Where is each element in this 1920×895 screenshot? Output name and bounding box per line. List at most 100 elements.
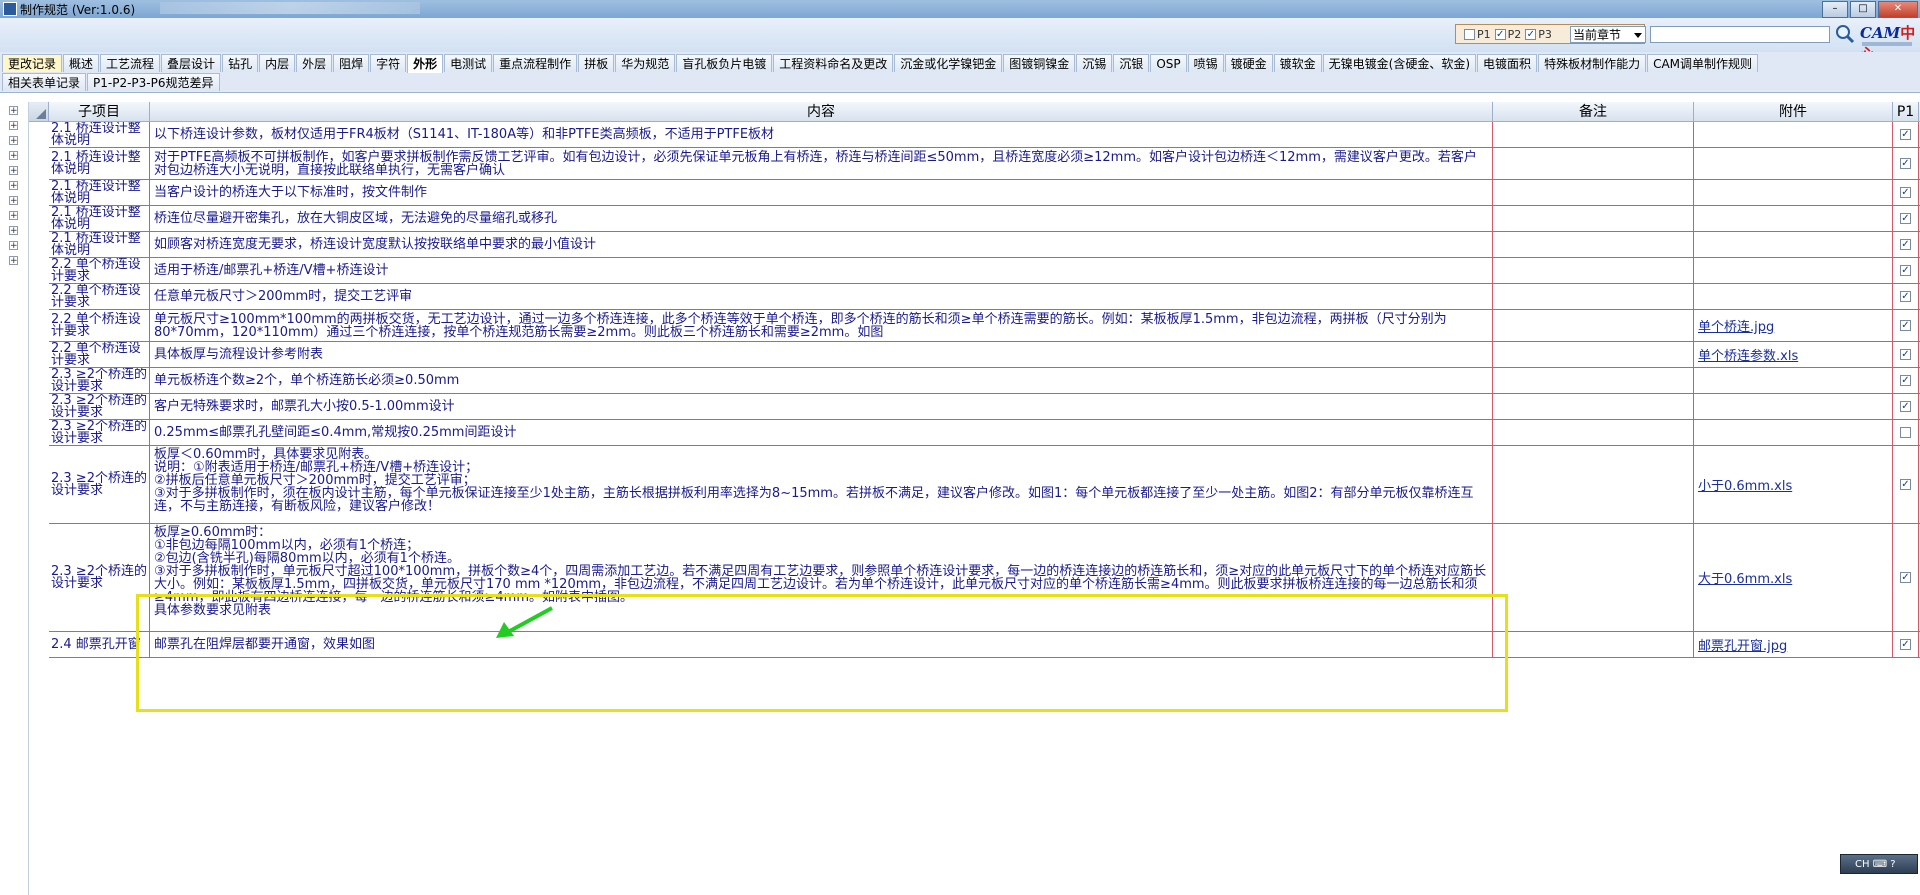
table-row[interactable]: 2.2 单个桥连设计要求具体板厚与流程设计参考附表单个桥连参数.xls✓✓✓ — [49, 342, 1920, 368]
expand-icon[interactable]: + — [9, 136, 18, 146]
tab-item[interactable]: 沉金或化学镍钯金 — [894, 54, 1003, 72]
cell-attachment — [1694, 368, 1893, 393]
cell-p1: ✓ — [1893, 446, 1919, 523]
tab-item[interactable]: 重点流程制作 — [493, 54, 578, 72]
tab-item[interactable]: 字符 — [370, 54, 407, 72]
p1-checkbox[interactable]: ✓ — [1900, 572, 1911, 583]
maximize-icon[interactable]: □ — [1850, 1, 1876, 18]
attachment-link[interactable]: 大于0.6mm.xls — [1698, 568, 1792, 587]
expand-icon[interactable]: + — [9, 166, 18, 176]
expand-icon[interactable]: + — [9, 226, 18, 236]
p1-checkbox[interactable]: ✓ — [1900, 213, 1911, 224]
attachment-link[interactable]: 单个桥连参数.xls — [1698, 345, 1798, 364]
tab-item[interactable]: 沉银 — [1113, 54, 1150, 72]
table-row[interactable]: 2.1 桥连设计整体说明 以下桥连设计参数，板材仅适用于FR4板材（S1141、I… — [49, 122, 1920, 148]
expand-icon[interactable]: + — [9, 256, 18, 266]
table-row[interactable]: 2.4 邮票孔开窗邮票孔在阻焊层都要开通窗，效果如图邮票孔开窗.jpg✓✓✓ — [49, 632, 1920, 658]
tab-item[interactable]: 拼板 — [578, 54, 615, 72]
cell-sub-item: 2.3 ≥2个桥连的设计要求 — [49, 368, 150, 393]
col-header-p1[interactable]: P1 — [1893, 102, 1919, 122]
p1-checkbox[interactable]: ✓ — [1900, 349, 1911, 360]
p1-checkbox[interactable]: ✓ — [1900, 401, 1911, 412]
p1-checkbox[interactable]: ✓ — [1900, 239, 1911, 250]
tab-item[interactable]: 阻焊 — [333, 54, 370, 72]
tab-item[interactable]: OSP — [1150, 54, 1187, 72]
phase-p2-checkbox[interactable]: ✓ — [1494, 28, 1506, 40]
phase-p1-checkbox[interactable] — [1464, 28, 1475, 40]
table-row[interactable]: 2.2 单个桥连设计要求适用于桥连/邮票孔+桥连/V槽+桥连设计✓✓✓ — [49, 258, 1920, 284]
phase-p2[interactable]: ✓ P2 — [1494, 28, 1521, 41]
tab-item[interactable]: 镀软金 — [1273, 54, 1322, 72]
ime-indicator[interactable]: CH ⌨ ? — [1840, 854, 1918, 874]
close-icon[interactable]: ✕ — [1878, 1, 1918, 18]
table-row[interactable]: 2.2 单个桥连设计要求任意单元板尺寸＞200mm时，提交工艺评审✓✓✓ — [49, 284, 1920, 310]
table-row[interactable]: 2.2 单个桥连设计要求 单元板尺寸≥100mm*100mm的两拼板交货，无工艺边… — [49, 310, 1920, 342]
p1-checkbox[interactable]: ✓ — [1900, 291, 1911, 302]
p1-checkbox[interactable]: ✓ — [1900, 187, 1911, 198]
table-row[interactable]: 2.1 桥连设计整体说明 如顾客对桥连宽度无要求，桥连设计宽度默认按按联络单中要求… — [49, 232, 1920, 258]
p1-checkbox[interactable]: ✓ — [1900, 479, 1911, 490]
table-row[interactable]: 2.1 桥连设计整体说明 桥连位尽量避开密集孔，放在大铜皮区域，无法避免的尽量缩孔… — [49, 206, 1920, 232]
expand-icon[interactable]: + — [9, 196, 18, 206]
tab-item[interactable]: 沉锡 — [1076, 54, 1113, 72]
expand-icon[interactable]: + — [9, 211, 18, 221]
p1-checkbox[interactable]: ✓ — [1900, 320, 1911, 331]
tab-item[interactable]: 工艺流程 — [100, 54, 161, 72]
col-header-sub[interactable]: 子项目 — [49, 102, 150, 122]
col-header-note[interactable]: 备注 — [1493, 102, 1694, 122]
tab-item[interactable]: P1-P2-P3-P6规范差异 — [87, 73, 220, 91]
expand-icon[interactable]: + — [9, 121, 18, 131]
table-row[interactable]: 2.3 ≥2个桥连的设计要求 客户无特殊要求时，邮票孔大小按0.5-1.00mm设… — [49, 394, 1920, 420]
tab-item[interactable]: 更改记录 — [2, 54, 63, 72]
table-row[interactable]: 2.1 桥连设计整体说明当客户设计的桥连大于以下标准时，按文件制作✓✓✓ — [49, 180, 1920, 206]
tab-item[interactable]: 钻孔 — [222, 54, 259, 72]
tab-item[interactable]: 喷锡 — [1187, 54, 1224, 72]
tab-item[interactable]: 内层 — [259, 54, 296, 72]
table-row[interactable]: 2.1 桥连设计整体说明 对于PTFE高频板不可拼板制作，如客户要求拼板制作需反馈… — [49, 148, 1920, 180]
tab-item[interactable]: 图镀铜镍金 — [1003, 54, 1076, 72]
phase-p1[interactable]: P1 — [1464, 28, 1491, 41]
tab-item[interactable]: 特殊板材制作能力 — [1538, 54, 1647, 72]
tab-item[interactable]: 工程资料命名及更改 — [773, 54, 894, 72]
attachment-link[interactable]: 单个桥连.jpg — [1698, 316, 1774, 335]
col-header-content[interactable]: 内容 — [150, 102, 1493, 122]
table-row[interactable]: 2.3 ≥2个桥连的设计要求 板厚＜0.60mm时，具体要求见附表。 说明：①附表… — [49, 446, 1920, 524]
attachment-link[interactable]: 邮票孔开窗.jpg — [1698, 635, 1787, 654]
expand-icon[interactable]: + — [9, 151, 18, 161]
expand-icon[interactable]: + — [9, 181, 18, 191]
p1-checkbox[interactable]: ✓ — [1900, 158, 1911, 169]
cell-content: 板厚＜0.60mm时，具体要求见附表。 说明：①附表适用于桥连/邮票孔+桥连/V… — [150, 446, 1493, 523]
tab-item[interactable]: CAM调单制作规则 — [1647, 54, 1759, 72]
p1-checkbox[interactable]: ✓ — [1900, 265, 1911, 276]
p1-checkbox[interactable]: ✓ — [1900, 129, 1911, 140]
attachment-link[interactable]: 小于0.6mm.xls — [1698, 475, 1792, 494]
table-row[interactable]: 2.3 ≥2个桥连的设计要求 板厚≥0.60mm时： ①非包边每隔100mm以内，… — [49, 524, 1920, 632]
search-input[interactable] — [1650, 26, 1830, 43]
phase-p3-checkbox[interactable]: ✓ — [1525, 28, 1537, 40]
col-header-attachment[interactable]: 附件 — [1694, 102, 1893, 122]
cell-sub-item: 2.4 邮票孔开窗 — [49, 632, 150, 657]
expand-icon[interactable]: + — [9, 106, 18, 116]
p1-checkbox[interactable]: ✓ — [1900, 639, 1911, 650]
tab-item[interactable]: 概述 — [63, 54, 100, 72]
table-row[interactable]: 2.3 ≥2个桥连的设计要求 单元板桥连个数≥2个，单个桥连筋长必须≥0.50mm… — [49, 368, 1920, 394]
tab-item[interactable]: 电镀面积 — [1477, 54, 1538, 72]
phase-p3[interactable]: ✓ P3 — [1525, 28, 1552, 41]
tab-item[interactable]: 叠层设计 — [161, 54, 222, 72]
tab-item[interactable]: 电测试 — [444, 54, 493, 72]
chapter-select[interactable]: 当前章节 — [1570, 26, 1646, 43]
table-row[interactable]: 2.3 ≥2个桥连的设计要求 0.25mm≤邮票孔孔壁间距≤0.4mm,常规按0.… — [49, 420, 1920, 446]
tab-item[interactable]: 盲孔板负片电镀 — [676, 54, 773, 72]
tab-item[interactable]: 外形 — [407, 54, 444, 73]
tab-item[interactable]: 无镍电镀金(含硬金、软金) — [1322, 54, 1477, 72]
minimize-icon[interactable]: – — [1822, 1, 1848, 18]
tab-item[interactable]: 外层 — [296, 54, 333, 72]
expand-icon[interactable]: + — [9, 241, 18, 251]
search-icon[interactable] — [1834, 23, 1856, 45]
p1-checkbox[interactable]: ✓ — [1900, 375, 1911, 386]
cell-attachment — [1694, 258, 1893, 283]
p1-checkbox[interactable] — [1900, 427, 1911, 438]
tab-item[interactable]: 华为规范 — [615, 54, 676, 72]
tab-item[interactable]: 相关表单记录 — [2, 73, 87, 91]
tab-item[interactable]: 镀硬金 — [1224, 54, 1273, 72]
